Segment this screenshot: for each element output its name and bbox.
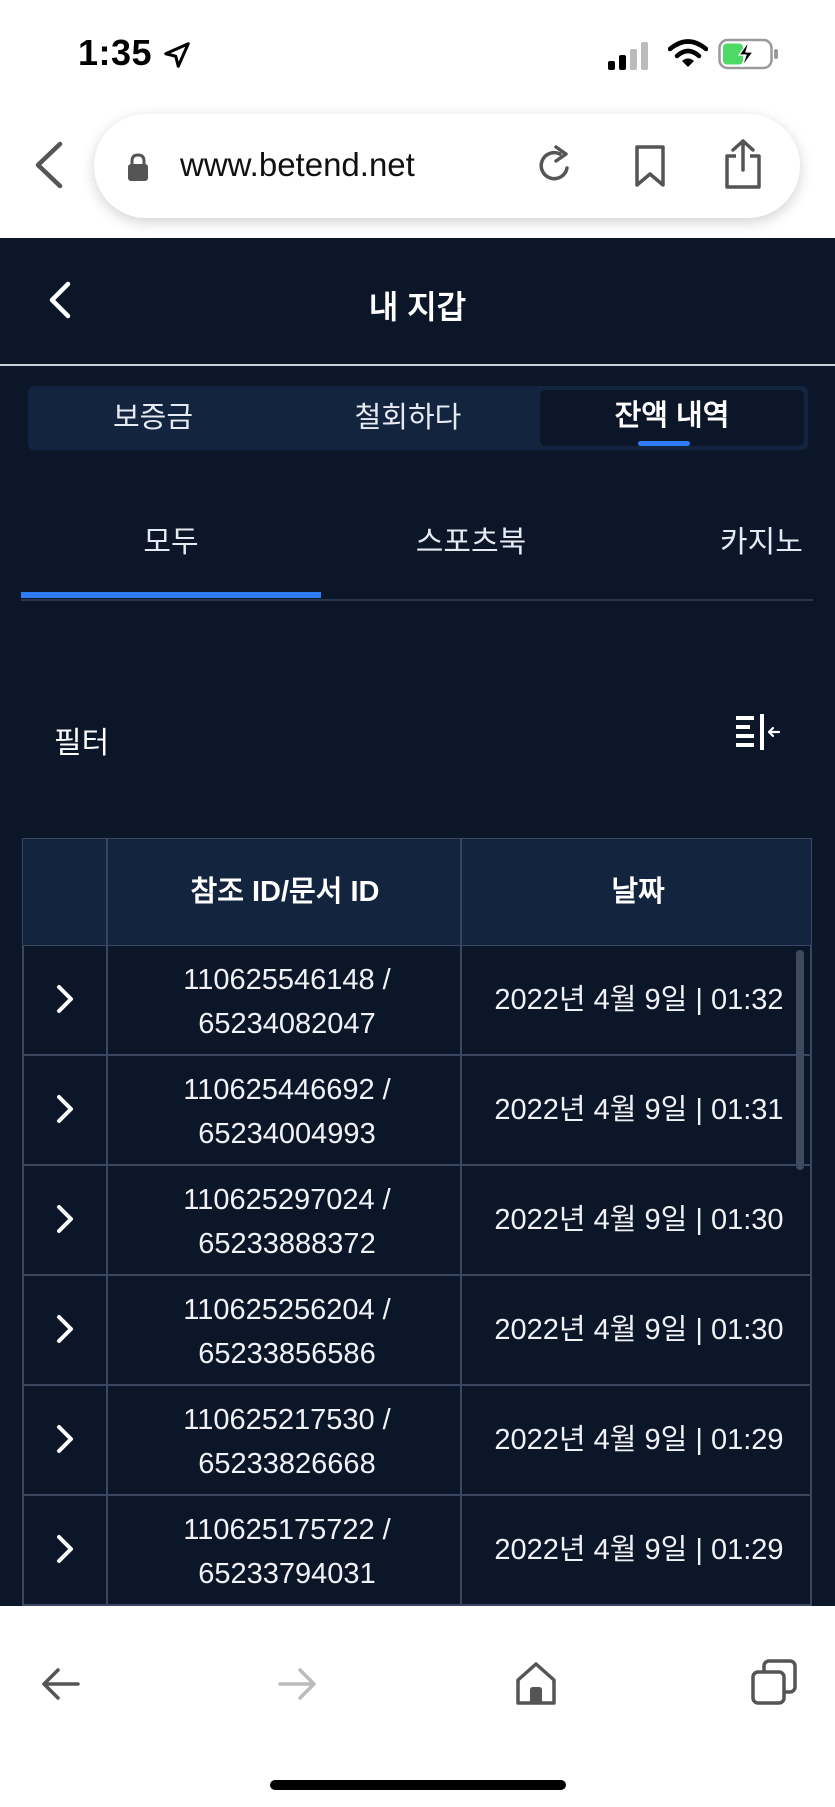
row-reference: 110625175722 /65233794031 [183, 1514, 391, 1590]
location-arrow-icon [164, 42, 190, 68]
segmented-control: 보증금 철회하다 잔액 내역 [28, 386, 808, 450]
browser-tabs-icon[interactable] [750, 1658, 798, 1706]
browser-back-icon[interactable] [30, 140, 70, 190]
table-row[interactable]: 110625175722 /65233794031 2022년 4월 9일 | … [22, 1496, 812, 1606]
page-title: 내 지갑 [368, 289, 467, 325]
active-subtab-indicator [21, 592, 321, 598]
subtabs-divider [21, 599, 813, 601]
row-reference: 110625446692 /65234004993 [183, 1074, 391, 1150]
row-date: 2022년 4월 9일 | 01:30 [494, 1314, 784, 1346]
cellular-signal-icon [608, 42, 648, 70]
browser-nav-forward-icon[interactable] [276, 1664, 320, 1704]
table-row[interactable]: 110625446692 /65234004993 2022년 4월 9일 | … [22, 1056, 812, 1166]
status-time: 1:35 [78, 32, 153, 73]
row-reference: 110625217530 /65233826668 [183, 1404, 391, 1480]
wifi-icon [668, 39, 708, 67]
reload-icon[interactable] [534, 144, 576, 188]
status-bar: 1:35 [0, 0, 835, 110]
tab-withdraw[interactable]: 철회하다 [278, 386, 538, 450]
table-row[interactable]: 110625217530 /65233826668 2022년 4월 9일 | … [22, 1386, 812, 1496]
battery-charging-icon [718, 38, 778, 70]
app-header: 내 지갑 [0, 238, 835, 366]
expand-chevron-icon[interactable] [52, 1422, 78, 1456]
url-text[interactable]: www.betend.net [180, 146, 415, 184]
browser-bottom-bar [0, 1606, 835, 1807]
row-reference: 110625256204 /65233856586 [183, 1294, 391, 1370]
row-date: 2022년 4월 9일 | 01:29 [494, 1424, 784, 1456]
table-row[interactable]: 110625256204 /65233856586 2022년 4월 9일 | … [22, 1276, 812, 1386]
column-header-ref: 참조 ID/문서 ID [190, 876, 380, 908]
row-reference: 110625297024 /65233888372 [183, 1184, 391, 1260]
share-icon[interactable] [722, 138, 764, 190]
filter-toggle-icon[interactable] [734, 712, 782, 754]
row-date: 2022년 4월 9일 | 01:32 [494, 984, 784, 1016]
column-divider [460, 838, 462, 1606]
browser-toolbar: www.betend.net [0, 110, 835, 238]
bookmark-icon[interactable] [632, 144, 668, 188]
row-date: 2022년 4월 9일 | 01:30 [494, 1204, 784, 1236]
table-row[interactable]: 110625546148 /65234082047 2022년 4월 9일 | … [22, 946, 812, 1056]
row-date: 2022년 4월 9일 | 01:29 [494, 1534, 784, 1566]
active-segment-indicator [638, 441, 690, 446]
wallet-page: 내 지갑 보증금 철회하다 잔액 내역 모두 스포츠북 카지노 필터 참조 ID… [0, 238, 835, 1606]
tab-deposit[interactable]: 보증금 [28, 386, 278, 450]
subtab-all[interactable]: 모두 [21, 493, 321, 593]
expand-chevron-icon[interactable] [52, 1532, 78, 1566]
row-date: 2022년 4월 9일 | 01:31 [494, 1094, 784, 1126]
tab-balance-history[interactable]: 잔액 내역 [540, 390, 804, 446]
subtab-sportsbook[interactable]: 스포츠북 [321, 493, 621, 593]
expand-chevron-icon[interactable] [52, 1202, 78, 1236]
table-scrollbar[interactable] [796, 950, 804, 1170]
browser-home-icon[interactable] [514, 1660, 558, 1706]
expand-chevron-icon[interactable] [52, 982, 78, 1016]
home-indicator [270, 1780, 566, 1790]
lock-icon [128, 153, 148, 181]
expand-chevron-icon[interactable] [52, 1092, 78, 1126]
table-header: 참조 ID/문서 ID 날짜 [22, 838, 812, 946]
row-reference: 110625546148 /65234082047 [183, 964, 391, 1040]
filter-label: 필터 [54, 727, 110, 760]
table-row[interactable]: 110625297024 /65233888372 2022년 4월 9일 | … [22, 1166, 812, 1276]
browser-nav-back-icon[interactable] [38, 1664, 82, 1704]
column-header-date: 날짜 [611, 876, 665, 908]
expand-chevron-icon[interactable] [52, 1312, 78, 1346]
column-divider [106, 838, 108, 1606]
subtab-casino[interactable]: 카지노 [720, 493, 835, 593]
category-tabs: 모두 스포츠북 카지노 [0, 493, 835, 603]
address-bar[interactable]: www.betend.net [94, 114, 800, 218]
